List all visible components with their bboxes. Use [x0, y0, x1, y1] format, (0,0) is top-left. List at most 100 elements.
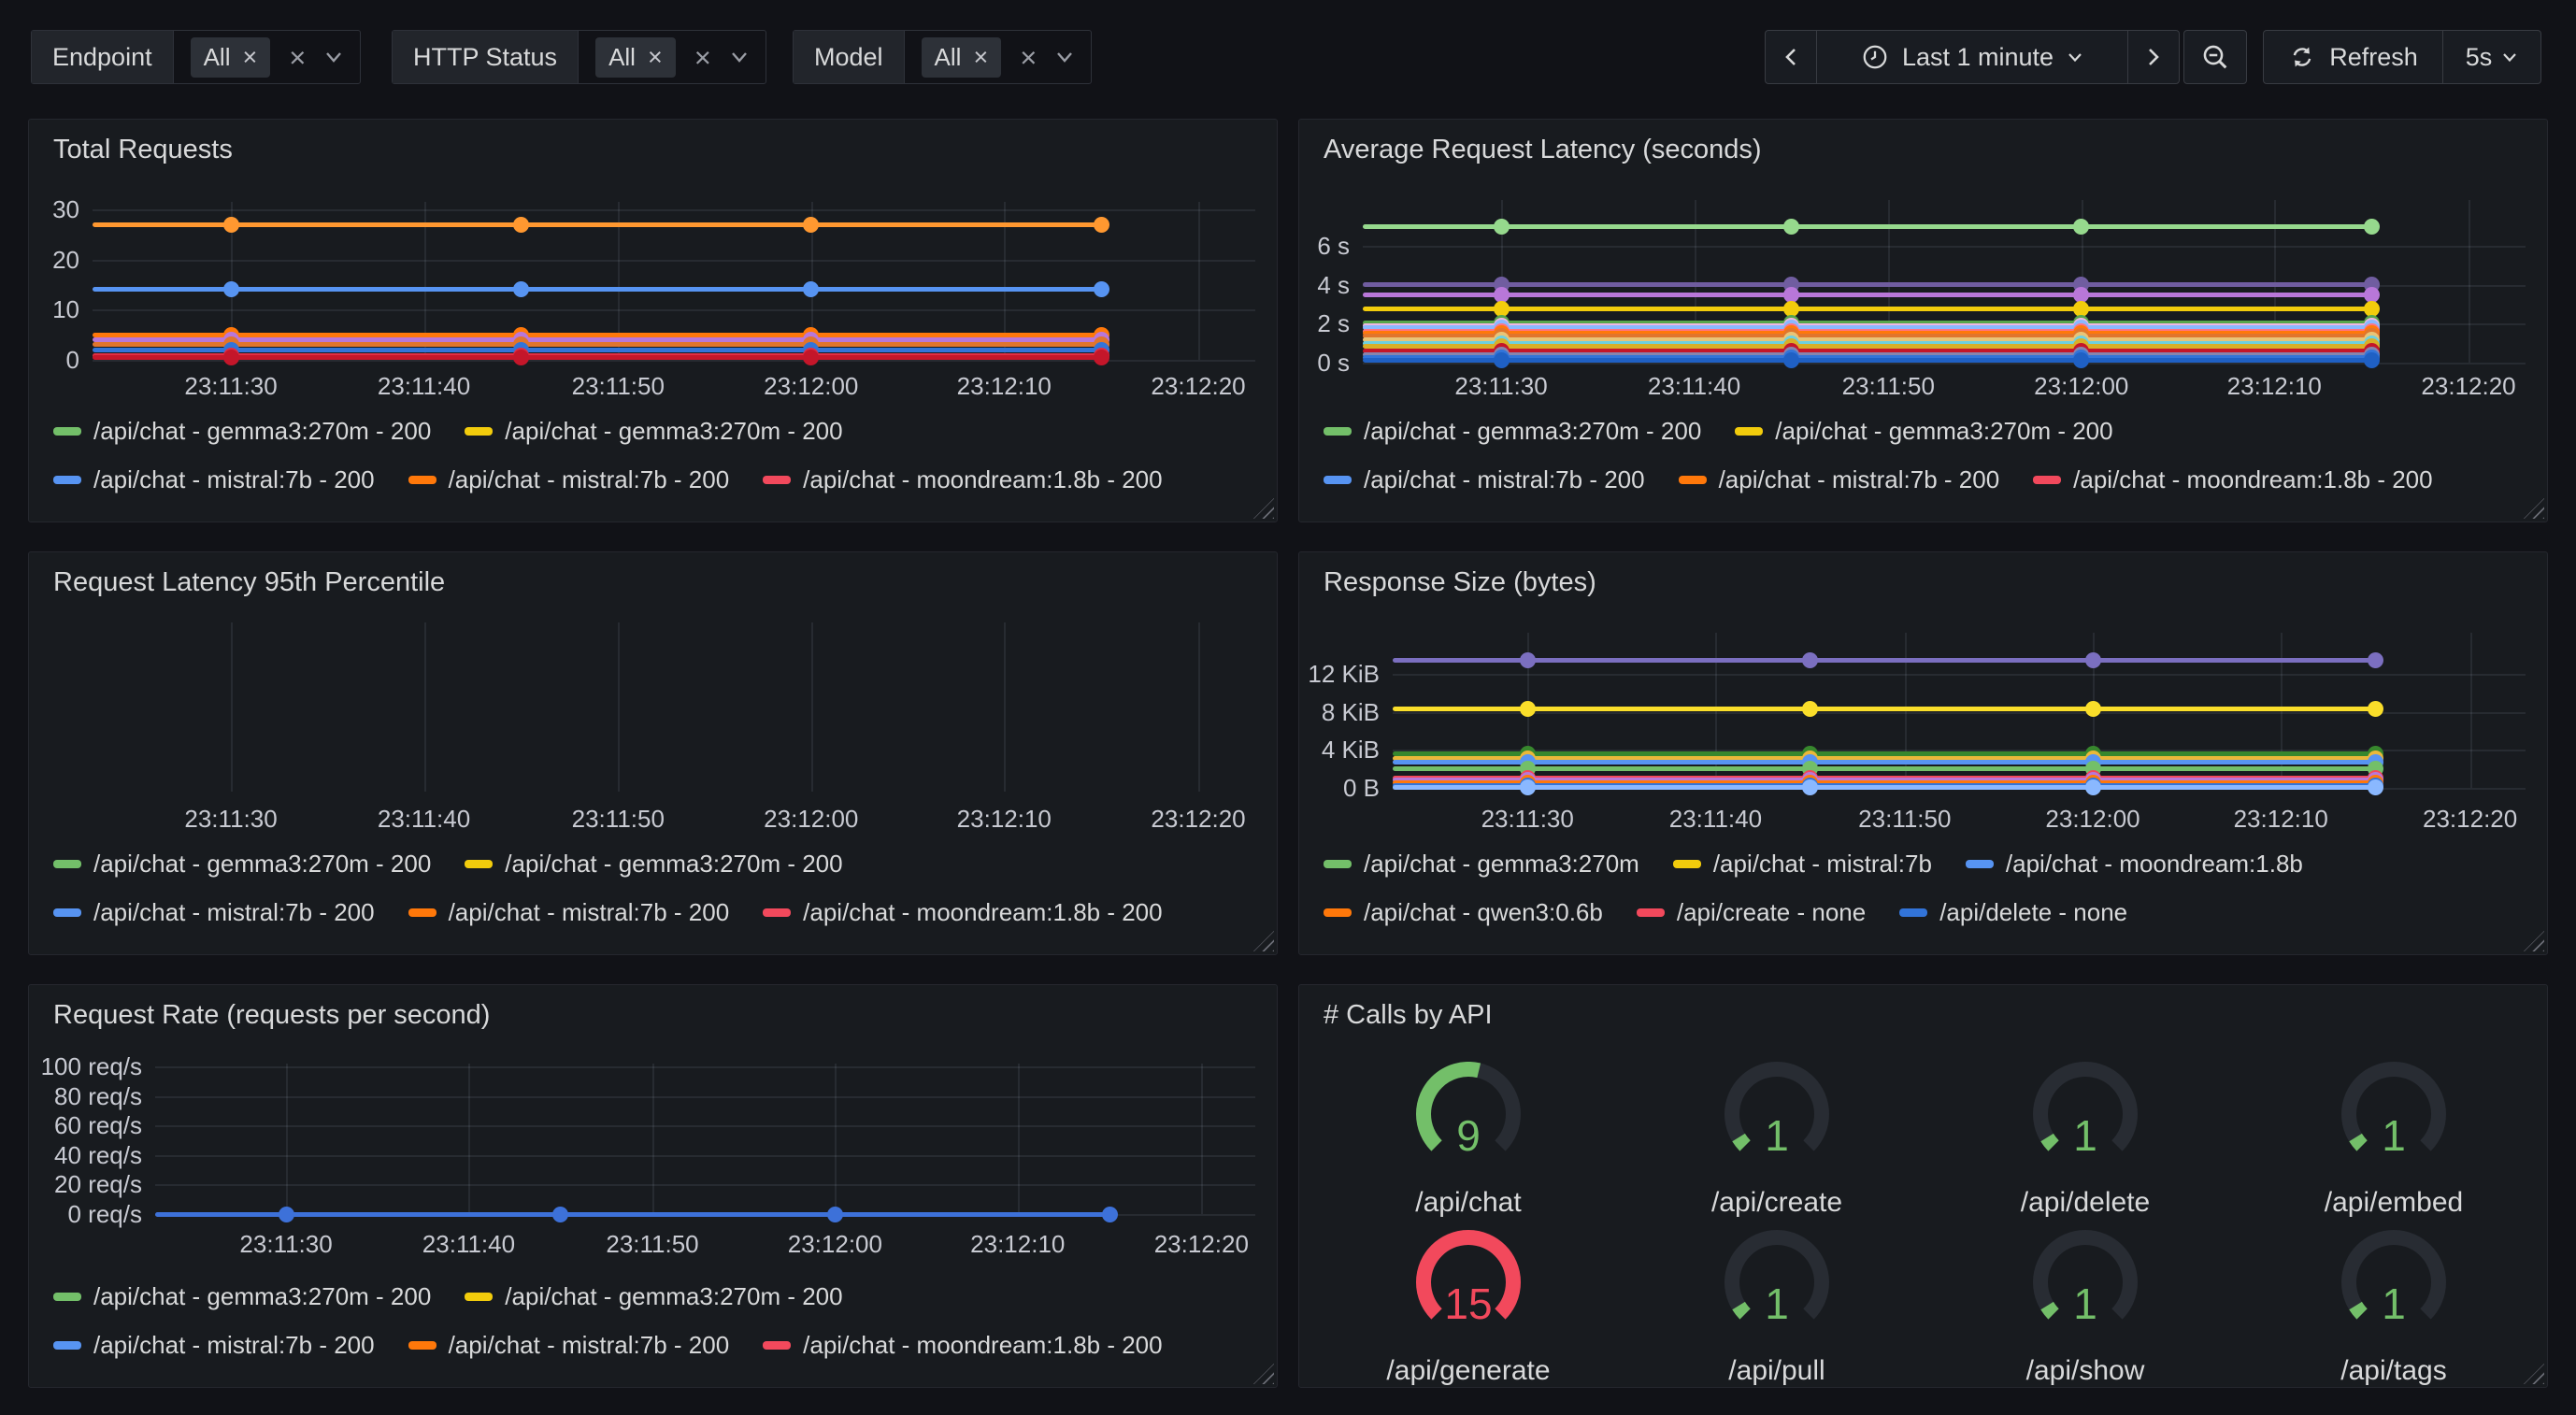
chevron-down-icon[interactable] [1055, 50, 1074, 64]
legend-swatch [1324, 427, 1352, 436]
y-axis-tick-label: 20 req/s [29, 1168, 142, 1200]
series-point [1783, 287, 1799, 303]
grid-line-vertical [286, 1064, 288, 1214]
legend-item[interactable]: /api/chat - gemma3:270m - 200 [465, 1282, 842, 1311]
panel-average-request-latency: Average Request Latency (seconds) 23:11:… [1298, 119, 2548, 522]
series-point [2364, 287, 2380, 303]
panel-title[interactable]: Response Size (bytes) [1324, 567, 1596, 598]
remove-value-icon[interactable]: × [973, 45, 988, 70]
grid-line-vertical [618, 622, 620, 792]
x-axis-tick-label: 23:12:20 [1117, 1228, 1285, 1260]
time-shift-forward-button[interactable] [2127, 31, 2179, 83]
legend-item[interactable]: /api/chat - moondream:1.8b - 200 [763, 465, 1162, 494]
series-point [2085, 779, 2101, 795]
legend-item[interactable]: /api/chat - qwen3:0.6b [1324, 898, 1603, 927]
legend-item[interactable]: /api/chat - mistral:7b - 200 [408, 898, 730, 927]
clear-selection-icon[interactable]: × [289, 43, 306, 72]
series-line [1393, 766, 2375, 771]
legend-item[interactable]: /api/chat - gemma3:270m - 200 [465, 417, 842, 446]
zoom-out-time-button[interactable] [2183, 30, 2247, 84]
panel-resize-handle[interactable] [2524, 931, 2544, 951]
gauge-api-label: /api/pull [1623, 1355, 1931, 1387]
panel-request-latency-95th-percentile: Request Latency 95th Percentile 23:11:30… [28, 551, 1278, 955]
series-point [803, 217, 819, 233]
gauge--api-create: 1/api/create [1623, 1062, 1931, 1230]
series-line [1393, 658, 2375, 663]
filter-http-status-value-box[interactable]: All × × [579, 31, 766, 83]
legend-item[interactable]: /api/chat - moondream:1.8b - 200 [763, 1331, 1162, 1360]
clear-selection-icon[interactable]: × [1020, 43, 1037, 72]
legend-swatch [465, 860, 493, 868]
grid-line-horizontal [1393, 674, 2526, 676]
legend-item[interactable]: /api/chat - gemma3:270m - 200 [465, 850, 842, 879]
legend-swatch [1637, 908, 1665, 917]
series-point [1783, 352, 1799, 368]
filter-model-value-box[interactable]: All × × [905, 31, 1092, 83]
legend-item[interactable]: /api/chat - moondream:1.8b - 200 [2033, 465, 2432, 494]
panel-resize-handle[interactable] [2524, 498, 2544, 519]
legend-item[interactable]: /api/chat - gemma3:270m - 200 [1324, 417, 1701, 446]
legend-item[interactable]: /api/chat - mistral:7b - 200 [53, 465, 375, 494]
series-point [827, 1207, 843, 1222]
gauge-api-label: /api/embed [2240, 1187, 2548, 1219]
legend-item[interactable]: /api/chat - mistral:7b - 200 [1324, 465, 1645, 494]
y-axis-tick-label: 20 [29, 244, 79, 276]
time-shift-back-button[interactable] [1766, 31, 1816, 83]
panel-title[interactable]: Average Request Latency (seconds) [1324, 135, 1762, 165]
legend-swatch [1966, 860, 1994, 868]
legend-item[interactable]: /api/chat - mistral:7b - 200 [408, 1331, 730, 1360]
legend-item[interactable]: /api/chat - gemma3:270m - 200 [1735, 417, 2112, 446]
panel-title[interactable]: Request Rate (requests per second) [53, 1000, 490, 1031]
panel-title[interactable]: # Calls by API [1324, 1000, 1493, 1031]
panel-title[interactable]: Request Latency 95th Percentile [53, 567, 445, 598]
legend-label: /api/chat - gemma3:270m - 200 [505, 850, 842, 879]
y-axis-tick-label: 10 [29, 293, 79, 325]
time-range-picker[interactable]: Last 1 minute [1816, 31, 2127, 83]
legend-item[interactable]: /api/chat - gemma3:270m - 200 [53, 417, 431, 446]
legend-item[interactable]: /api/chat - mistral:7b - 200 [408, 465, 730, 494]
legend-item[interactable]: /api/create - none [1637, 898, 1866, 927]
legend-item[interactable]: /api/chat - mistral:7b - 200 [53, 1331, 375, 1360]
filter-endpoint-value-box[interactable]: All × × [174, 31, 361, 83]
gauge-value: 1 [1623, 1110, 1931, 1161]
gauge-value: 1 [1931, 1110, 2240, 1161]
legend-label: /api/chat - gemma3:270m - 200 [505, 1282, 842, 1311]
chevron-down-icon[interactable] [730, 50, 749, 64]
grid-line-vertical [835, 1064, 837, 1214]
legend-swatch [408, 908, 436, 917]
remove-value-icon[interactable]: × [648, 45, 663, 70]
filter-model-selected-pill[interactable]: All × [922, 37, 1002, 78]
x-axis-tick-label: 23:12:10 [2190, 370, 2358, 402]
gauge--api-show: 1/api/show [1931, 1230, 2240, 1398]
legend-label: /api/chat - gemma3:270m - 200 [93, 1282, 431, 1311]
legend-item[interactable]: /api/chat - gemma3:270m - 200 [53, 850, 431, 879]
filter-endpoint-selected-pill[interactable]: All × [191, 37, 271, 78]
series-point [1094, 350, 1109, 365]
legend-item[interactable]: /api/chat - mistral:7b - 200 [1679, 465, 2000, 494]
panel-resize-handle[interactable] [1253, 498, 1274, 519]
panel-resize-handle[interactable] [1253, 931, 1274, 951]
panel-calls-by-api: # Calls by API 9/api/chat1/api/create1/a… [1298, 984, 2548, 1388]
panel-title[interactable]: Total Requests [53, 135, 233, 165]
legend-item[interactable]: /api/chat - gemma3:270m [1324, 850, 1639, 879]
gauge--api-tags: 1/api/tags [2240, 1230, 2548, 1398]
remove-value-icon[interactable]: × [243, 45, 258, 70]
panel-response-size: Response Size (bytes) 23:11:3023:11:4023… [1298, 551, 2548, 955]
refresh-button[interactable]: Refresh [2264, 31, 2442, 83]
legend-label: /api/chat - gemma3:270m - 200 [1364, 417, 1701, 446]
legend-item[interactable]: /api/chat - mistral:7b [1673, 850, 1932, 879]
legend-item[interactable]: /api/chat - gemma3:270m - 200 [53, 1282, 431, 1311]
x-axis-tick-label: 23:12:00 [2009, 803, 2177, 835]
filter-http-status-selected-pill[interactable]: All × [595, 37, 676, 78]
legend-row: /api/chat - mistral:7b - 200/api/chat - … [53, 1331, 1163, 1360]
x-axis-tick-label: 23:12:00 [727, 803, 895, 835]
series-point [2085, 652, 2101, 668]
chevron-down-icon[interactable] [324, 50, 343, 64]
panel-resize-handle[interactable] [1253, 1364, 1274, 1384]
legend-item[interactable]: /api/chat - moondream:1.8b [1966, 850, 2303, 879]
legend-item[interactable]: /api/delete - none [1899, 898, 2127, 927]
legend-item[interactable]: /api/chat - mistral:7b - 200 [53, 898, 375, 927]
clear-selection-icon[interactable]: × [694, 43, 711, 72]
refresh-interval-select[interactable]: 5s [2442, 31, 2540, 83]
legend-item[interactable]: /api/chat - moondream:1.8b - 200 [763, 898, 1162, 927]
